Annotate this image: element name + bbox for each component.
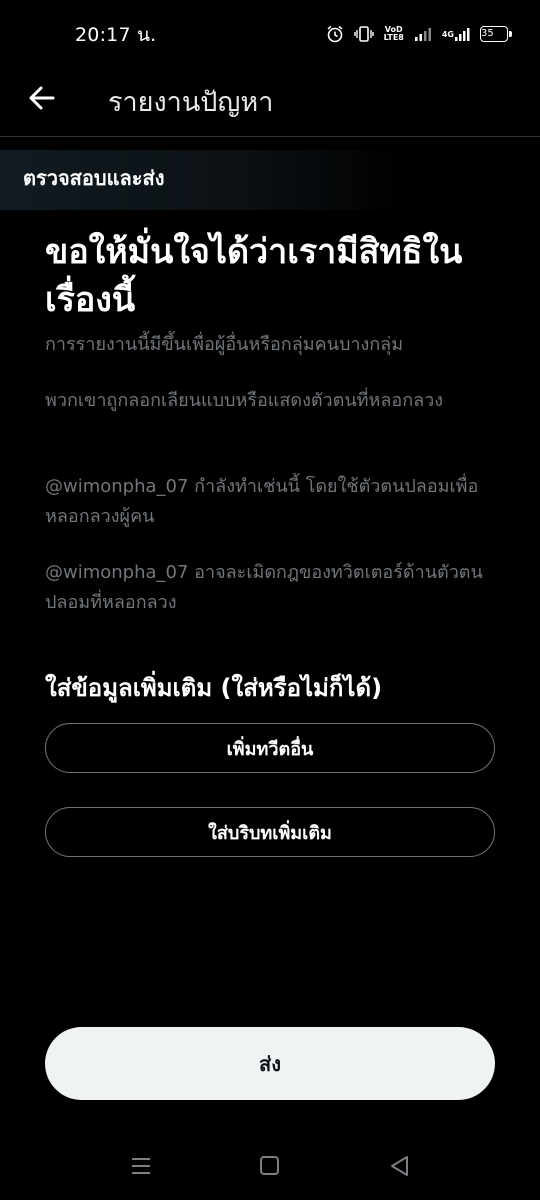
back-button[interactable] [26,82,58,114]
triangle-back-icon[interactable] [388,1154,412,1182]
arrow-left-icon [29,86,55,110]
volte-bottom-text: LTE8 [383,33,404,42]
send-button[interactable]: ส่ง [45,1027,495,1100]
section-header: ตรวจสอบและส่ง [0,150,540,210]
paragraph-1: การรายงานนี้มีขึ้นเพื่อผู้อื่นหรือกลุ่มค… [45,334,404,355]
paragraph-4: @wimonpha_07 อาจละเมิดกฎของทวิตเตอร์ด้าน… [45,562,483,613]
add-context-button[interactable]: ใส่บริบทเพิ่มเติม [45,807,495,857]
square-icon[interactable] [258,1154,282,1182]
section-title: ตรวจสอบและส่ง [23,166,165,190]
send-label: ส่ง [259,1051,281,1076]
paragraph-3: @wimonpha_07 กำลังทำเช่นนี้ โดยใช้ตัวตนป… [45,476,479,527]
menu-icon[interactable] [130,1154,152,1182]
paragraph-2: พวกเขาถูกลอกเลียนแบบหรือแสดงตัวตนที่หลอก… [45,390,444,411]
system-nav-bar [0,1134,540,1200]
battery-icon: 35 [480,26,512,42]
add-tweet-label: เพิ่มทวีตอื่น [226,738,314,760]
battery-level: 35 [481,28,494,39]
top-bar: รายงานปัญหา [0,66,540,137]
vibrate-icon [353,25,374,43]
network-type: 4G [441,29,454,39]
signal-icon [414,26,432,42]
page-title: รายงานปัญหา [108,87,274,118]
additional-info-heading: ใส่ข้อมูลเพิ่มเติม (ใส่หรือไม่ก็ได้) [45,674,383,702]
status-icons: VoD LTE8 4G 35 [326,22,512,46]
add-context-label: ใส่บริบทเพิ่มเติม [208,822,332,844]
volte-icon: VoD LTE8 [384,26,404,42]
signal-4g-icon: 4G [442,26,470,42]
headline: ขอให้มั่นใจได้ว่าเรามีสิทธิในเรื่องนี้ [45,232,463,320]
add-tweet-button[interactable]: เพิ่มทวีตอื่น [45,723,495,773]
status-bar: 20:17 น. VoD LTE8 4G 35 [0,0,540,66]
alarm-icon [326,25,344,43]
status-time: 20:17 น. [75,24,157,46]
